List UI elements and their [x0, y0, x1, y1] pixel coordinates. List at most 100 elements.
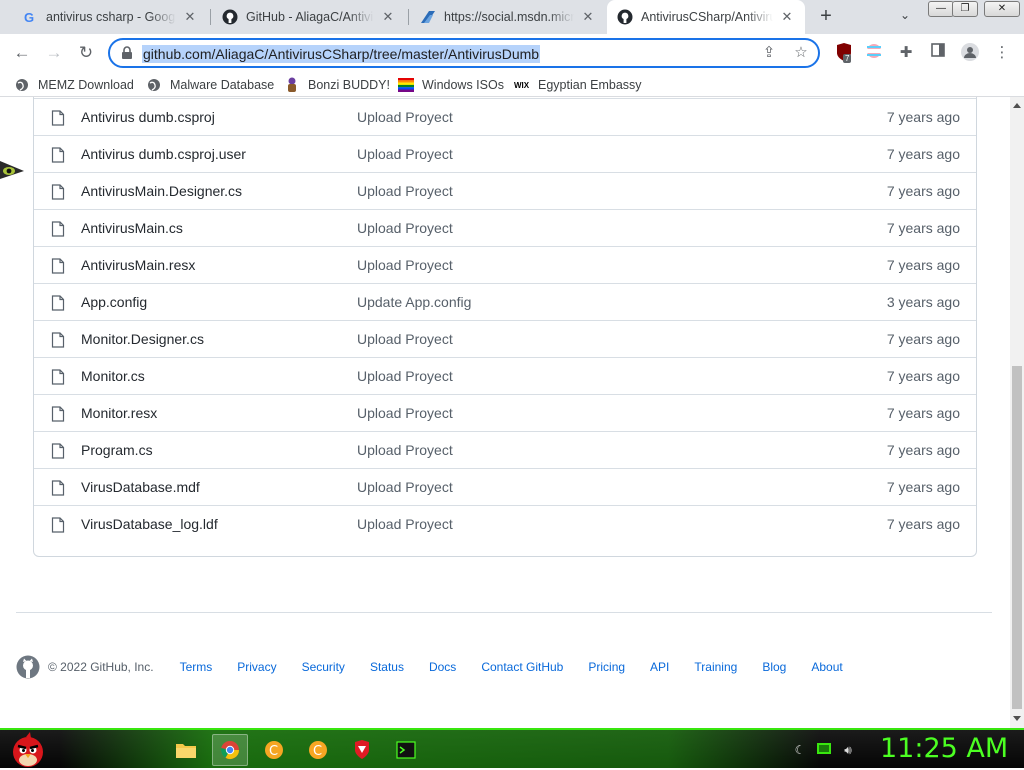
bookmark-malware-database[interactable]: Malware Database: [146, 76, 274, 93]
file-name-link[interactable]: App.config: [81, 294, 147, 310]
tray-battery-icon[interactable]: [816, 742, 832, 758]
close-icon[interactable]: ✕: [580, 9, 596, 25]
side-panel-icon[interactable]: [928, 43, 948, 63]
tab-antiviruscsharp[interactable]: AntivirusCSharp/Antivirus ✕: [607, 0, 805, 34]
footer-link-status[interactable]: Status: [370, 660, 404, 674]
footer-link-security[interactable]: Security: [302, 660, 345, 674]
commit-message-link[interactable]: Update App.config: [357, 294, 471, 310]
reload-button[interactable]: ↻: [74, 41, 98, 65]
file-row[interactable]: AntivirusMain.resx Upload Proyect 7 years …: [34, 246, 976, 283]
commit-message-link[interactable]: Upload Proyect: [357, 146, 453, 162]
footer-link-contact[interactable]: Contact GitHub: [481, 660, 563, 674]
file-name-link[interactable]: AntivirusMain.resx: [81, 257, 195, 273]
file-name-link[interactable]: AntivirusMain.Designer.cs: [81, 183, 242, 199]
file-name-link[interactable]: Monitor.resx: [81, 405, 157, 421]
file-name-link[interactable]: VirusDatabase_log.ldf: [81, 516, 218, 532]
scroll-up-arrow-icon[interactable]: [1013, 103, 1021, 108]
taskbar-clock[interactable]: 11:25 AM: [880, 733, 1008, 764]
file-row[interactable]: VirusDatabase_log.ldf Upload Proyect 7 yea…: [34, 505, 976, 542]
bookmark-label: Windows ISOs: [422, 77, 504, 92]
footer-link-blog[interactable]: Blog: [762, 660, 786, 674]
puzzle-icon[interactable]: ✚: [896, 43, 916, 63]
lock-icon[interactable]: [120, 46, 134, 60]
file-row[interactable]: App.config Update App.config 3 years ago: [34, 283, 976, 320]
commit-message-link[interactable]: Upload Proyect: [357, 331, 453, 347]
footer-link-pricing[interactable]: Pricing: [588, 660, 625, 674]
tab-github-repo[interactable]: GitHub - AliagaC/Antivirus ✕: [212, 0, 406, 34]
star-icon[interactable]: ☆: [792, 44, 810, 62]
file-name-link[interactable]: Monitor.cs: [81, 368, 145, 384]
tray-network-icon[interactable]: ☾: [792, 742, 808, 758]
file-row[interactable]: Program.cs Upload Proyect 7 years ago: [34, 431, 976, 468]
bookmark-windows-isos[interactable]: Windows ISOs: [398, 76, 504, 93]
orange-app-taskbar-icon[interactable]: C: [256, 734, 292, 766]
maximize-button[interactable]: ❐: [952, 1, 978, 17]
commit-message-link[interactable]: Upload Proyect: [357, 442, 453, 458]
github-logo-icon[interactable]: [16, 655, 40, 679]
commit-message-link[interactable]: Upload Proyect: [357, 516, 453, 532]
tab-title: GitHub - AliagaC/Antivirus: [246, 10, 374, 24]
new-tab-button[interactable]: +: [815, 6, 837, 28]
tab-google-search[interactable]: G antivirus csharp - Google ✕: [12, 0, 208, 34]
bookmark-egyptian-embassy[interactable]: WIX Egyptian Embassy: [514, 76, 642, 93]
file-row[interactable]: Monitor.cs Upload Proyect 7 years ago: [34, 357, 976, 394]
close-icon[interactable]: ✕: [380, 9, 396, 25]
menu-kebab-icon[interactable]: ⋮: [992, 43, 1012, 63]
commit-message-link[interactable]: Upload Proyect: [357, 220, 453, 236]
ublock-extension-icon[interactable]: 7: [834, 43, 854, 63]
file-explorer-taskbar-icon[interactable]: [168, 734, 204, 766]
tray-volume-icon[interactable]: 🔊︎: [840, 742, 856, 758]
back-button[interactable]: ←: [10, 41, 34, 65]
close-icon[interactable]: ✕: [779, 9, 795, 25]
chevron-down-icon[interactable]: ⌄: [896, 8, 914, 26]
tab-msdn[interactable]: https://social.msdn.micro ✕: [410, 0, 606, 34]
svg-text:WIX: WIX: [514, 81, 530, 90]
file-name-link[interactable]: AntivirusMain.cs: [81, 220, 183, 236]
commit-message-link[interactable]: Upload Proyect: [357, 479, 453, 495]
file-name-link[interactable]: VirusDatabase.mdf: [81, 479, 200, 495]
file-name-link[interactable]: Antivirus dumb.csproj.user: [81, 146, 246, 162]
page-scrollbar[interactable]: [1010, 97, 1024, 728]
scrollbar-thumb[interactable]: [1012, 366, 1022, 709]
close-icon[interactable]: ✕: [182, 9, 198, 25]
file-row[interactable]: Antivirus dumb.csproj Upload Proyect 7 yea…: [34, 98, 976, 135]
bookmark-bonzi[interactable]: Bonzi BUDDY!: [284, 76, 390, 93]
file-row[interactable]: VirusDatabase.mdf Upload Proyect 7 years a…: [34, 468, 976, 505]
commit-message-link[interactable]: Upload Proyect: [357, 405, 453, 421]
footer-link-privacy[interactable]: Privacy: [237, 660, 276, 674]
file-row[interactable]: AntivirusMain.Designer.cs Upload Proyect 7…: [34, 172, 976, 209]
terminal-taskbar-icon[interactable]: [388, 734, 424, 766]
file-row[interactable]: AntivirusMain.cs Upload Proyect 7 years ag…: [34, 209, 976, 246]
file-row[interactable]: Antivirus dumb.csproj.user Upload Proyect…: [34, 135, 976, 172]
file-row[interactable]: Monitor.resx Upload Proyect 7 years ago: [34, 394, 976, 431]
commit-message-link[interactable]: Upload Proyect: [357, 368, 453, 384]
commit-message-link[interactable]: Upload Proyect: [357, 183, 453, 199]
footer-link-api[interactable]: API: [650, 660, 669, 674]
orange-app-2-taskbar-icon[interactable]: C: [300, 734, 336, 766]
forward-button[interactable]: →: [42, 41, 66, 65]
file-row[interactable]: Monitor.Designer.cs Upload Proyect 7 years…: [34, 320, 976, 357]
file-icon: [51, 332, 65, 348]
bookmark-memz[interactable]: MEMZ Download: [14, 76, 134, 93]
file-name-link[interactable]: Antivirus dumb.csproj: [81, 109, 215, 125]
start-button-angry-bird-icon[interactable]: [6, 730, 50, 770]
file-name-link[interactable]: Monitor.Designer.cs: [81, 331, 204, 347]
shield-app-taskbar-icon[interactable]: [344, 734, 380, 766]
footer-link-training[interactable]: Training: [694, 660, 737, 674]
close-window-button[interactable]: ✕: [984, 1, 1020, 17]
footer-link-terms[interactable]: Terms: [180, 660, 213, 674]
profile-avatar[interactable]: [960, 43, 980, 63]
address-bar[interactable]: github.com/AliagaC/AntivirusCSharp/tree/…: [108, 38, 820, 68]
footer-link-docs[interactable]: Docs: [429, 660, 456, 674]
minimize-button[interactable]: —: [928, 1, 954, 17]
file-name-link[interactable]: Program.cs: [81, 442, 153, 458]
windows-taskbar: C C ☾ 🔊︎ 11:25 AM: [0, 728, 1024, 768]
commit-message-link[interactable]: Upload Proyect: [357, 257, 453, 273]
commit-message-link[interactable]: Upload Proyect: [357, 109, 453, 125]
chrome-taskbar-icon[interactable]: [212, 734, 248, 766]
footer-link-about[interactable]: About: [811, 660, 842, 674]
share-icon[interactable]: ⇪: [760, 44, 778, 62]
scroll-down-arrow-icon[interactable]: [1013, 716, 1021, 721]
url-text[interactable]: github.com/AliagaC/AntivirusCSharp/tree/…: [142, 45, 541, 63]
pride-extension-icon[interactable]: [864, 43, 884, 63]
